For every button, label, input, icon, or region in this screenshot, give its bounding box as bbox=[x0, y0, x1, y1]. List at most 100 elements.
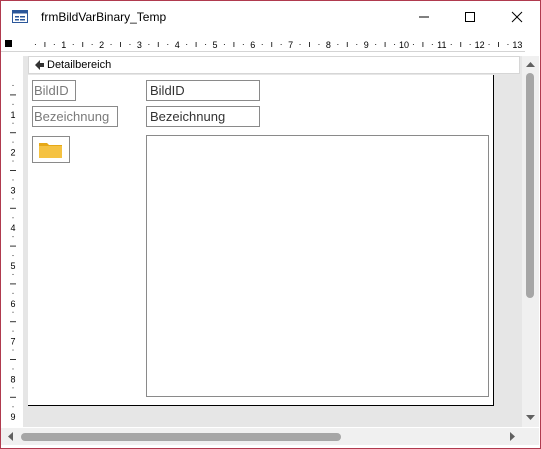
ruler-tick bbox=[412, 44, 414, 45]
maximize-icon bbox=[465, 12, 475, 22]
load-image-button[interactable] bbox=[32, 136, 70, 163]
section-arrow-icon bbox=[35, 60, 44, 70]
ruler-tick bbox=[431, 44, 433, 45]
ruler-tick bbox=[148, 44, 150, 45]
field-bezeichnung[interactable]: Bezeichnung bbox=[146, 106, 260, 127]
ruler-number: 6 bbox=[250, 40, 255, 50]
ruler-tick bbox=[12, 292, 14, 294]
window-title: frmBildVarBinary_Temp bbox=[41, 10, 167, 24]
form-design-window: frmBildVarBinary_Temp 1 2 3 4 5 6 7 8 9 10 11 12 13 … bbox=[0, 0, 541, 449]
horizontal-scrollbar[interactable] bbox=[1, 428, 522, 445]
scroll-left-icon[interactable] bbox=[4, 428, 16, 445]
ruler-tick bbox=[12, 141, 14, 143]
minimize-icon bbox=[419, 16, 429, 18]
ruler-tick bbox=[53, 44, 55, 45]
ruler-number: 1 bbox=[10, 110, 15, 120]
vertical-scroll-thumb[interactable] bbox=[526, 73, 534, 298]
ruler-number: 13 bbox=[512, 40, 522, 50]
ruler-tick bbox=[394, 44, 396, 45]
ruler-number: 11 bbox=[437, 40, 446, 50]
title-bar[interactable]: frmBildVarBinary_Temp bbox=[1, 1, 540, 33]
label-bezeichnung[interactable]: Bezeichnung bbox=[32, 106, 118, 127]
ruler-number: 5 bbox=[10, 261, 15, 271]
ruler-tick bbox=[261, 44, 263, 45]
form-icon bbox=[12, 10, 28, 23]
ruler-tick bbox=[91, 44, 93, 45]
field-bildid[interactable]: BildID bbox=[146, 80, 260, 101]
ruler-tick bbox=[12, 349, 14, 351]
ruler-tick bbox=[12, 179, 14, 181]
ruler-number: 7 bbox=[288, 40, 293, 50]
ruler-number: 9 bbox=[364, 40, 369, 50]
vertical-ruler-scale: 1 2 3 4 5 6 7 8 9 bbox=[10, 84, 16, 422]
scroll-up-icon[interactable] bbox=[522, 58, 539, 70]
ruler-tick bbox=[12, 217, 14, 219]
scrollbar-corner bbox=[522, 428, 539, 445]
ruler-tick bbox=[242, 44, 244, 45]
ruler-tick bbox=[167, 44, 169, 45]
ruler-tick bbox=[12, 387, 14, 389]
ruler-tick bbox=[12, 311, 14, 313]
ruler-tick bbox=[12, 122, 14, 124]
ruler-number: 4 bbox=[175, 40, 180, 50]
folder-icon bbox=[39, 143, 62, 158]
section-label: Detailbereich bbox=[47, 59, 112, 71]
ruler-tick bbox=[12, 255, 14, 257]
ruler-number: 3 bbox=[10, 185, 15, 195]
scroll-down-icon[interactable] bbox=[522, 412, 539, 424]
ruler-tick bbox=[12, 160, 14, 162]
close-button[interactable] bbox=[494, 1, 540, 33]
ruler-tick bbox=[34, 44, 36, 45]
ruler-number: 8 bbox=[10, 374, 15, 384]
ruler-tick bbox=[507, 44, 509, 45]
ruler-tick bbox=[318, 44, 320, 45]
ruler-tick bbox=[129, 44, 131, 45]
ruler-tick bbox=[356, 44, 358, 45]
close-icon bbox=[511, 11, 523, 23]
label-bildid[interactable]: BildID bbox=[32, 80, 76, 101]
ruler-tick bbox=[205, 44, 207, 45]
ruler-tick bbox=[12, 198, 14, 200]
ruler-tick bbox=[12, 273, 14, 275]
ruler-number: 10 bbox=[399, 40, 409, 50]
horizontal-scroll-thumb[interactable] bbox=[21, 433, 341, 441]
image-control[interactable] bbox=[146, 135, 489, 397]
ruler-tick bbox=[12, 406, 14, 408]
ruler-tick bbox=[450, 44, 452, 45]
ruler-tick bbox=[337, 44, 339, 45]
ruler-number: 3 bbox=[137, 40, 142, 50]
ruler-number: 6 bbox=[10, 299, 15, 309]
ruler-number: 8 bbox=[326, 40, 331, 50]
ruler-number: 9 bbox=[10, 412, 15, 422]
ruler-tick bbox=[299, 44, 301, 45]
horizontal-ruler[interactable]: 1 2 3 4 5 6 7 8 9 10 11 12 13 bbox=[1, 37, 525, 52]
detail-section[interactable]: BildID Bezeichnung BildID Bezeichnung bbox=[28, 75, 494, 406]
vertical-ruler[interactable]: 1 2 3 4 5 6 7 8 9 bbox=[1, 56, 23, 427]
section-header-detail[interactable]: Detailbereich bbox=[28, 56, 520, 74]
ruler-number: 2 bbox=[99, 40, 104, 50]
ruler-tick bbox=[280, 44, 282, 45]
design-area: Detailbereich BildID Bezeichnung BildID … bbox=[23, 56, 522, 427]
ruler-tick bbox=[12, 84, 14, 86]
ruler-tick bbox=[12, 236, 14, 238]
ruler-tick bbox=[488, 44, 490, 45]
horizontal-ruler-scale: 1 2 3 4 5 6 7 8 9 10 11 12 13 bbox=[34, 40, 522, 50]
ruler-tick bbox=[223, 44, 225, 45]
ruler-tick bbox=[12, 368, 14, 370]
vertical-scrollbar[interactable] bbox=[522, 56, 539, 427]
ruler-number: 2 bbox=[10, 148, 15, 158]
ruler-number: 5 bbox=[212, 40, 217, 50]
ruler-tick bbox=[375, 44, 377, 45]
ruler-number: 4 bbox=[10, 223, 15, 233]
scroll-right-icon[interactable] bbox=[507, 428, 519, 445]
ruler-tick bbox=[469, 44, 471, 45]
ruler-number: 7 bbox=[10, 337, 15, 347]
ruler-tick bbox=[110, 44, 112, 45]
ruler-tick bbox=[186, 44, 188, 45]
ruler-tick bbox=[12, 330, 14, 332]
maximize-button[interactable] bbox=[447, 1, 493, 33]
ruler-tick bbox=[72, 44, 74, 45]
ruler-number: 1 bbox=[61, 40, 66, 50]
minimize-button[interactable] bbox=[401, 1, 447, 33]
ruler-number: 12 bbox=[475, 40, 485, 50]
